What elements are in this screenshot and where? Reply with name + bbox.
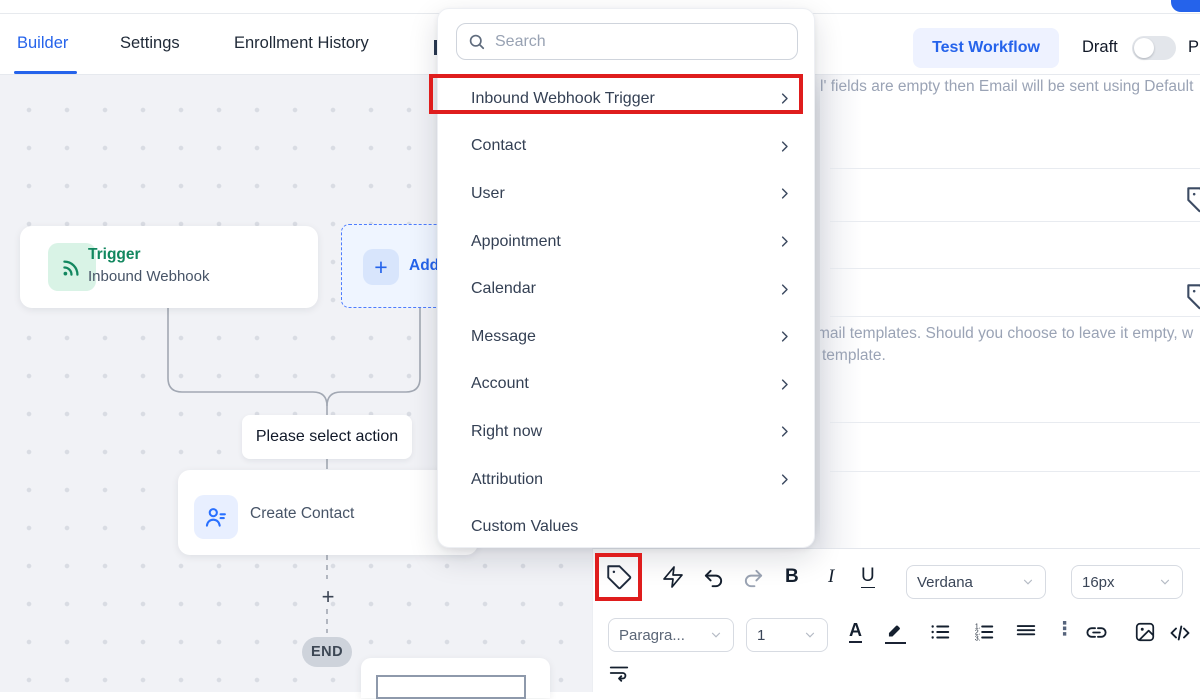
search-box[interactable]: [456, 23, 798, 60]
field-divider: [830, 168, 1200, 169]
tag-icon[interactable]: [606, 564, 633, 591]
end-node: END: [302, 637, 352, 667]
menu-item-inbound-webhook-trigger[interactable]: Inbound Webhook Trigger: [438, 75, 814, 123]
tab-builder[interactable]: Builder: [17, 34, 68, 53]
create-contact-label: Create Contact: [250, 505, 354, 523]
wrap-text-icon[interactable]: [608, 662, 630, 684]
bold-button[interactable]: B: [785, 567, 799, 586]
field-divider: [830, 221, 1200, 222]
chevron-right-icon: [777, 186, 792, 201]
add-label: Add: [409, 257, 439, 275]
settings-panel: l' fields are empty then Email will be s…: [820, 75, 1200, 548]
chevron-right-icon: [777, 329, 792, 344]
chevron-down-icon: [1021, 575, 1035, 589]
chevron-down-icon: [1158, 575, 1172, 589]
chevron-right-icon: [777, 472, 792, 487]
trigger-node-title: Trigger: [88, 246, 141, 264]
create-contact-node[interactable]: Create Contact: [178, 470, 478, 555]
underline-button[interactable]: U: [861, 566, 875, 588]
tag-icon[interactable]: [1186, 186, 1200, 214]
paragraph-style-select[interactable]: Paragra...: [608, 618, 734, 652]
helper-text-line1: mail templates. Should you choose to lea…: [820, 325, 1193, 343]
chevron-right-icon: [777, 91, 792, 106]
helper-text-top: l' fields are empty then Email will be s…: [820, 78, 1193, 96]
publish-toggle[interactable]: [1132, 36, 1176, 60]
menu-item-contact[interactable]: Contact: [438, 123, 814, 171]
tab-settings[interactable]: Settings: [120, 34, 180, 53]
text-color-button[interactable]: A: [849, 621, 862, 643]
partial-input-box[interactable]: [376, 675, 526, 699]
menu-item-calendar[interactable]: Calendar: [438, 265, 814, 313]
field-divider: [830, 422, 1200, 423]
field-divider: [830, 268, 1200, 269]
chevron-down-icon: [709, 628, 723, 642]
svg-text:3.: 3.: [975, 635, 981, 642]
actions-dropdown: Inbound Webhook Trigger Contact User App…: [437, 8, 815, 548]
select-action-label: Please select action: [242, 415, 412, 459]
partial-bottom-node[interactable]: [361, 658, 550, 698]
font-size-select[interactable]: 16px: [1071, 565, 1183, 599]
draft-label: Draft: [1082, 38, 1118, 57]
user-icon: [194, 495, 238, 539]
publish-label-fragment: Pu: [1188, 38, 1200, 57]
publish-button-fragment[interactable]: [1171, 0, 1200, 12]
redo-icon[interactable]: [742, 567, 765, 590]
trigger-node-subtitle: Inbound Webhook: [88, 268, 210, 285]
toggle-knob: [1134, 38, 1154, 58]
trigger-node[interactable]: Trigger Inbound Webhook: [20, 226, 318, 308]
menu-item-account[interactable]: Account: [438, 361, 814, 409]
search-icon: [467, 32, 487, 52]
chevron-right-icon: [777, 424, 792, 439]
lightning-icon[interactable]: [661, 565, 685, 589]
field-divider: [830, 316, 1200, 317]
bullet-list-icon[interactable]: [929, 621, 951, 643]
add-step-plus-button[interactable]: +: [316, 584, 340, 610]
chevron-right-icon: [777, 282, 792, 297]
test-workflow-button[interactable]: Test Workflow: [913, 28, 1059, 68]
helper-text-line2: template.: [822, 347, 886, 365]
highlight-icon[interactable]: [885, 619, 906, 644]
menu-item-right-now[interactable]: Right now: [438, 408, 814, 456]
dropdown-menu-list: Inbound Webhook Trigger Contact User App…: [438, 75, 814, 551]
field-divider: [830, 471, 1200, 472]
chevron-right-icon: [777, 139, 792, 154]
code-icon[interactable]: [1168, 621, 1192, 645]
line-height-select[interactable]: 1: [746, 618, 828, 652]
align-icon[interactable]: [1015, 621, 1037, 643]
plus-icon: +: [363, 249, 399, 285]
more-icon[interactable]: ⋮: [1055, 620, 1074, 639]
undo-icon[interactable]: [702, 567, 725, 590]
chevron-right-icon: [777, 234, 792, 249]
rich-text-editor-toolbar: B I U Verdana 16px Paragra... 1 A 1. 2. …: [592, 548, 1200, 692]
menu-item-custom-values[interactable]: Custom Values: [438, 503, 814, 551]
font-family-select[interactable]: Verdana: [906, 565, 1046, 599]
chevron-right-icon: [777, 377, 792, 392]
search-input[interactable]: [495, 33, 787, 51]
menu-item-user[interactable]: User: [438, 170, 814, 218]
ordered-list-icon[interactable]: 1. 2. 3.: [973, 621, 995, 643]
italic-button[interactable]: I: [828, 567, 834, 586]
menu-item-attribution[interactable]: Attribution: [438, 456, 814, 504]
link-icon[interactable]: [1085, 621, 1108, 644]
active-tab-underline: [14, 71, 77, 74]
menu-item-appointment[interactable]: Appointment: [438, 218, 814, 266]
image-icon[interactable]: [1134, 621, 1156, 643]
tag-icon[interactable]: [1186, 283, 1200, 311]
tab-enrollment-history[interactable]: Enrollment History: [234, 34, 369, 53]
chevron-down-icon: [803, 628, 817, 642]
menu-item-message[interactable]: Message: [438, 313, 814, 361]
